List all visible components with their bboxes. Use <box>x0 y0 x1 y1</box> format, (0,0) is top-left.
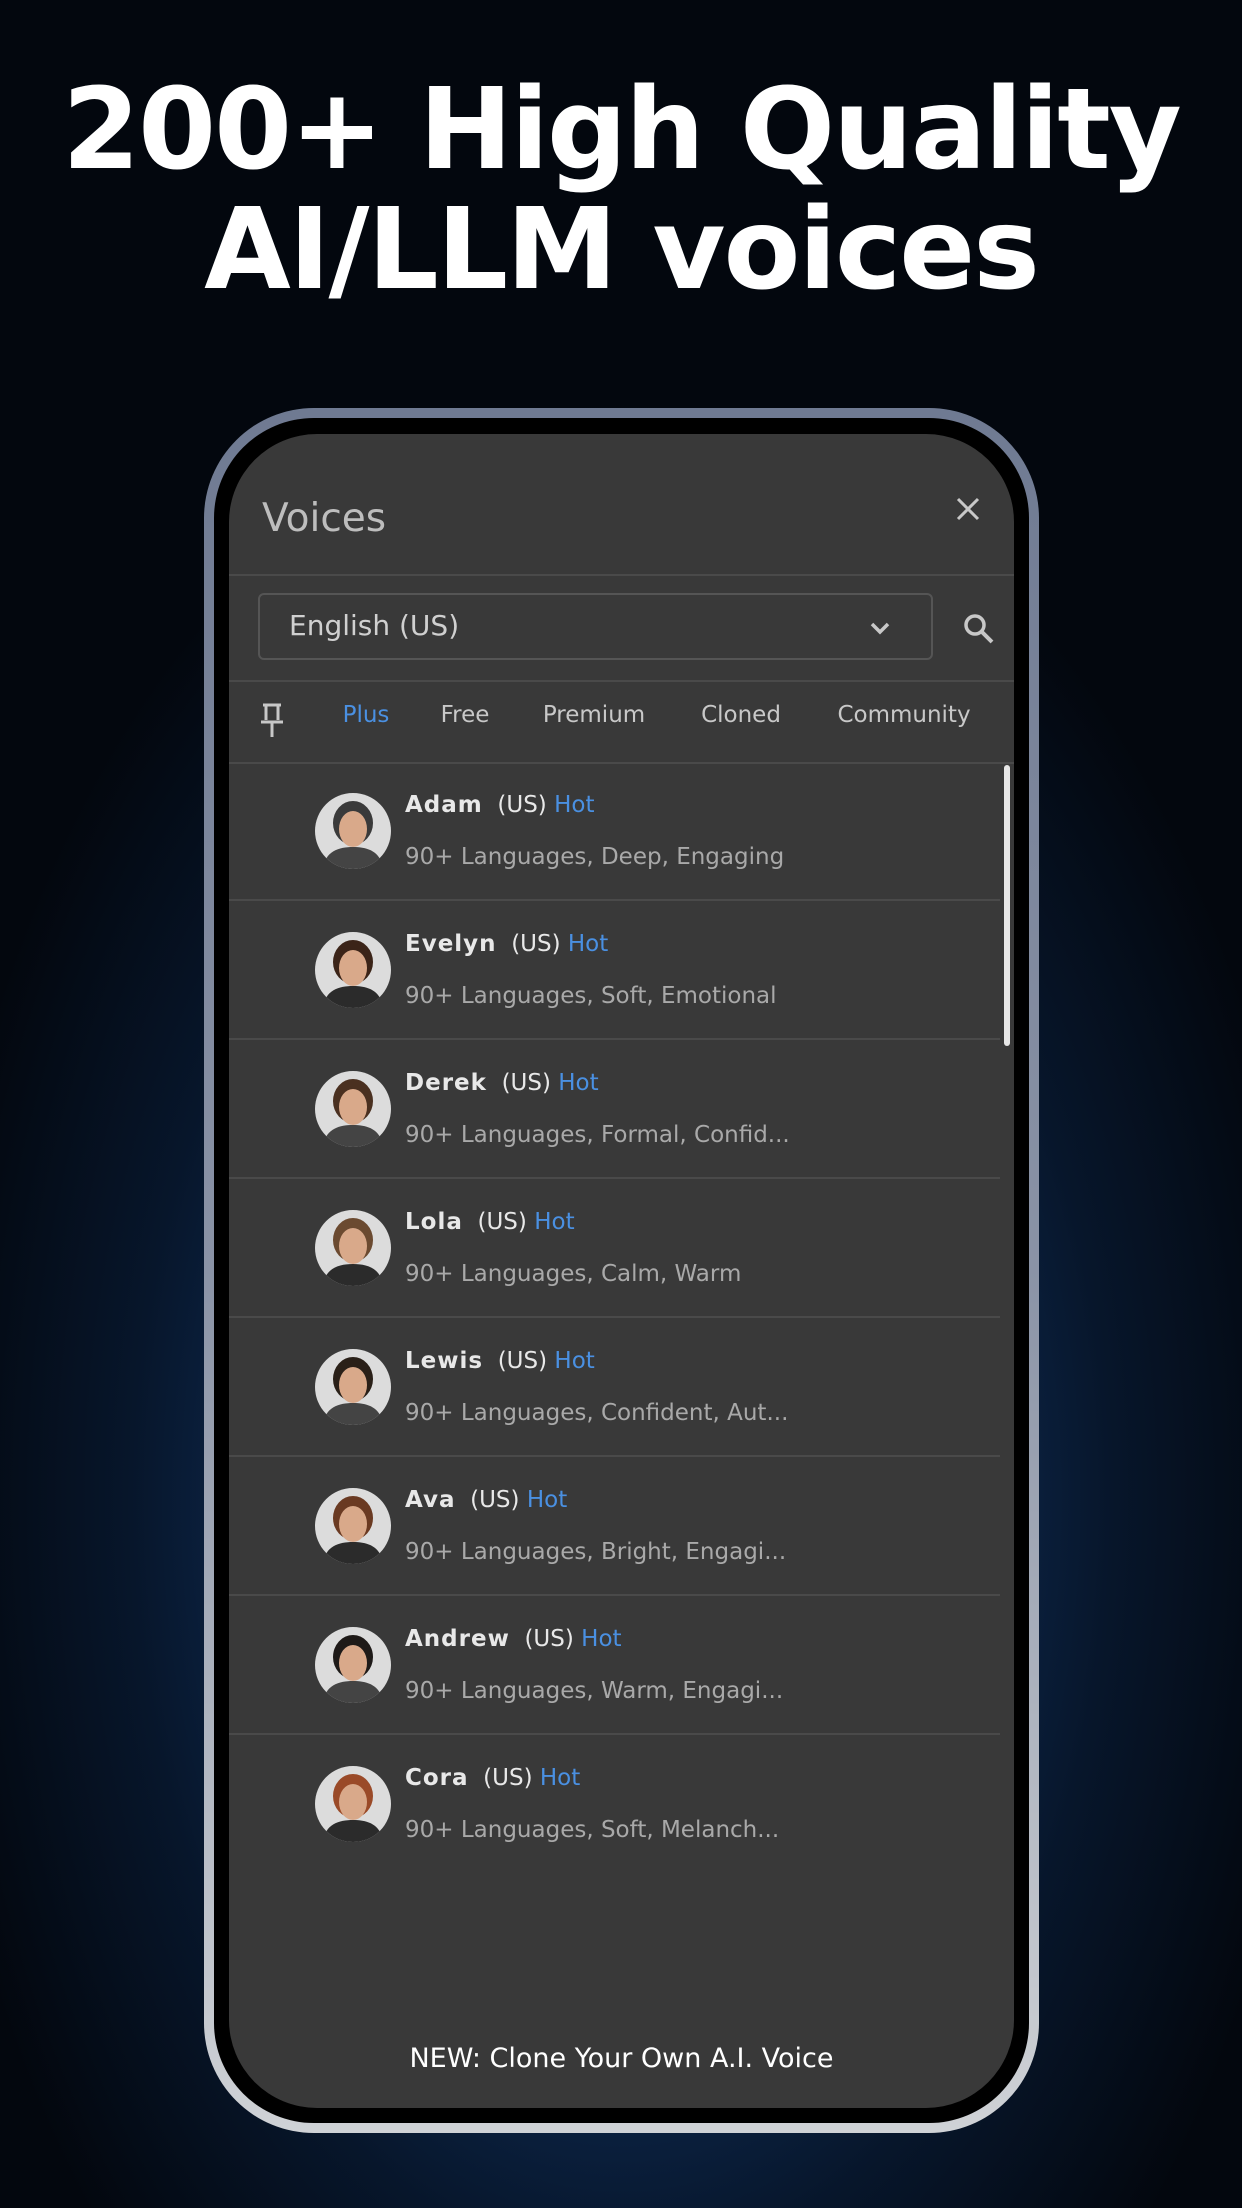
language-select-value: English (US) <box>289 609 460 642</box>
voice-name: Cora <box>405 1765 469 1791</box>
voice-list-item[interactable]: Lewis (US) Hot 90+ Languages, Confident,… <box>229 1318 1000 1457</box>
voice-region: (US) <box>477 1209 527 1235</box>
voice-name-line: Derek (US) Hot <box>405 1070 599 1096</box>
language-select[interactable]: English (US) <box>258 593 933 660</box>
voice-name: Lola <box>405 1209 463 1235</box>
voice-list-item[interactable]: Lola (US) Hot 90+ Languages, Calm, Warm <box>229 1179 1000 1318</box>
avatar <box>315 1488 391 1564</box>
hot-badge: Hot <box>534 1209 575 1235</box>
voice-name-line: Andrew (US) Hot <box>405 1626 622 1652</box>
tab-plus[interactable]: Plus <box>343 702 390 728</box>
voice-region: (US) <box>497 1348 548 1374</box>
voice-name: Andrew <box>405 1626 510 1652</box>
avatar <box>315 1627 391 1703</box>
phone-frame: Voices English (US) Plus Free Premium Cl… <box>204 408 1039 2133</box>
chevron-down-icon <box>867 615 893 645</box>
avatar <box>315 932 391 1008</box>
voice-name-line: Evelyn (US) Hot <box>405 931 608 957</box>
voice-list: Adam (US) Hot 90+ Languages, Deep, Engag… <box>229 762 1000 1872</box>
divider <box>229 574 1014 576</box>
headline-line-1: 200+ High Quality <box>62 65 1182 195</box>
voice-name-line: Cora (US) Hot <box>405 1765 580 1791</box>
voice-list-item[interactable]: Cora (US) Hot 90+ Languages, Soft, Melan… <box>229 1735 1000 1872</box>
voices-dialog: Voices English (US) Plus Free Premium Cl… <box>229 434 1014 2108</box>
tab-free[interactable]: Free <box>441 702 490 728</box>
voice-region: (US) <box>511 931 561 957</box>
voice-region: (US) <box>524 1626 574 1652</box>
search-icon[interactable] <box>962 612 996 650</box>
voice-list-item[interactable]: Evelyn (US) Hot 90+ Languages, Soft, Emo… <box>229 901 1000 1040</box>
voice-name: Derek <box>405 1070 487 1096</box>
hot-badge: Hot <box>526 1487 568 1513</box>
voice-list-item[interactable]: Adam (US) Hot 90+ Languages, Deep, Engag… <box>229 762 1000 901</box>
close-icon[interactable] <box>953 494 983 524</box>
voice-list-item[interactable]: Derek (US) Hot 90+ Languages, Formal, Co… <box>229 1040 1000 1179</box>
headline-line-2: AI/LLM voices <box>204 185 1040 315</box>
voice-name: Evelyn <box>405 931 497 957</box>
voice-description: 90+ Languages, Formal, Confid... <box>405 1122 790 1148</box>
avatar <box>315 1210 391 1286</box>
voice-name-line: Ava (US) Hot <box>405 1487 567 1513</box>
headline: 200+ High Quality AI/LLM voices <box>0 70 1242 310</box>
voice-description: 90+ Languages, Bright, Engagi... <box>405 1539 787 1565</box>
voice-description: 90+ Languages, Soft, Emotional <box>405 983 777 1009</box>
voice-name: Adam <box>405 792 483 818</box>
hot-badge: Hot <box>539 1765 581 1791</box>
divider <box>229 680 1014 682</box>
voice-region: (US) <box>501 1070 551 1096</box>
hot-badge: Hot <box>554 792 595 818</box>
voice-region: (US) <box>483 1765 533 1791</box>
hot-badge: Hot <box>554 1348 595 1374</box>
voice-list-item[interactable]: Ava (US) Hot 90+ Languages, Bright, Enga… <box>229 1457 1000 1596</box>
voice-region: (US) <box>497 792 547 818</box>
voice-region: (US) <box>470 1487 520 1513</box>
voice-description: 90+ Languages, Warm, Engagi... <box>405 1678 784 1704</box>
hot-badge: Hot <box>581 1626 622 1652</box>
tab-community[interactable]: Community <box>837 702 970 728</box>
voice-description: 90+ Languages, Deep, Engaging <box>405 844 785 870</box>
pin-icon[interactable] <box>257 702 287 742</box>
voice-list-item[interactable]: Andrew (US) Hot 90+ Languages, Warm, Eng… <box>229 1596 1000 1735</box>
avatar <box>315 1349 391 1425</box>
avatar <box>315 793 391 869</box>
scrollbar[interactable] <box>1004 765 1010 1046</box>
voice-name-line: Adam (US) Hot <box>405 792 594 818</box>
tab-cloned[interactable]: Cloned <box>701 702 781 728</box>
voice-description: 90+ Languages, Calm, Warm <box>405 1261 742 1287</box>
voice-name: Lewis <box>405 1348 484 1374</box>
voice-description: 90+ Languages, Soft, Melanch... <box>405 1817 780 1843</box>
clone-voice-link[interactable]: NEW: Clone Your Own A.I. Voice <box>229 2043 1014 2074</box>
hot-badge: Hot <box>567 931 609 957</box>
voice-name-line: Lola (US) Hot <box>405 1209 575 1235</box>
voice-name: Ava <box>405 1487 456 1513</box>
dialog-title: Voices <box>262 496 387 541</box>
avatar <box>315 1071 391 1147</box>
voice-description: 90+ Languages, Confident, Aut... <box>405 1400 789 1426</box>
hot-badge: Hot <box>558 1070 599 1096</box>
avatar <box>315 1766 391 1842</box>
voice-name-line: Lewis (US) Hot <box>405 1348 595 1374</box>
tab-premium[interactable]: Premium <box>543 702 645 728</box>
